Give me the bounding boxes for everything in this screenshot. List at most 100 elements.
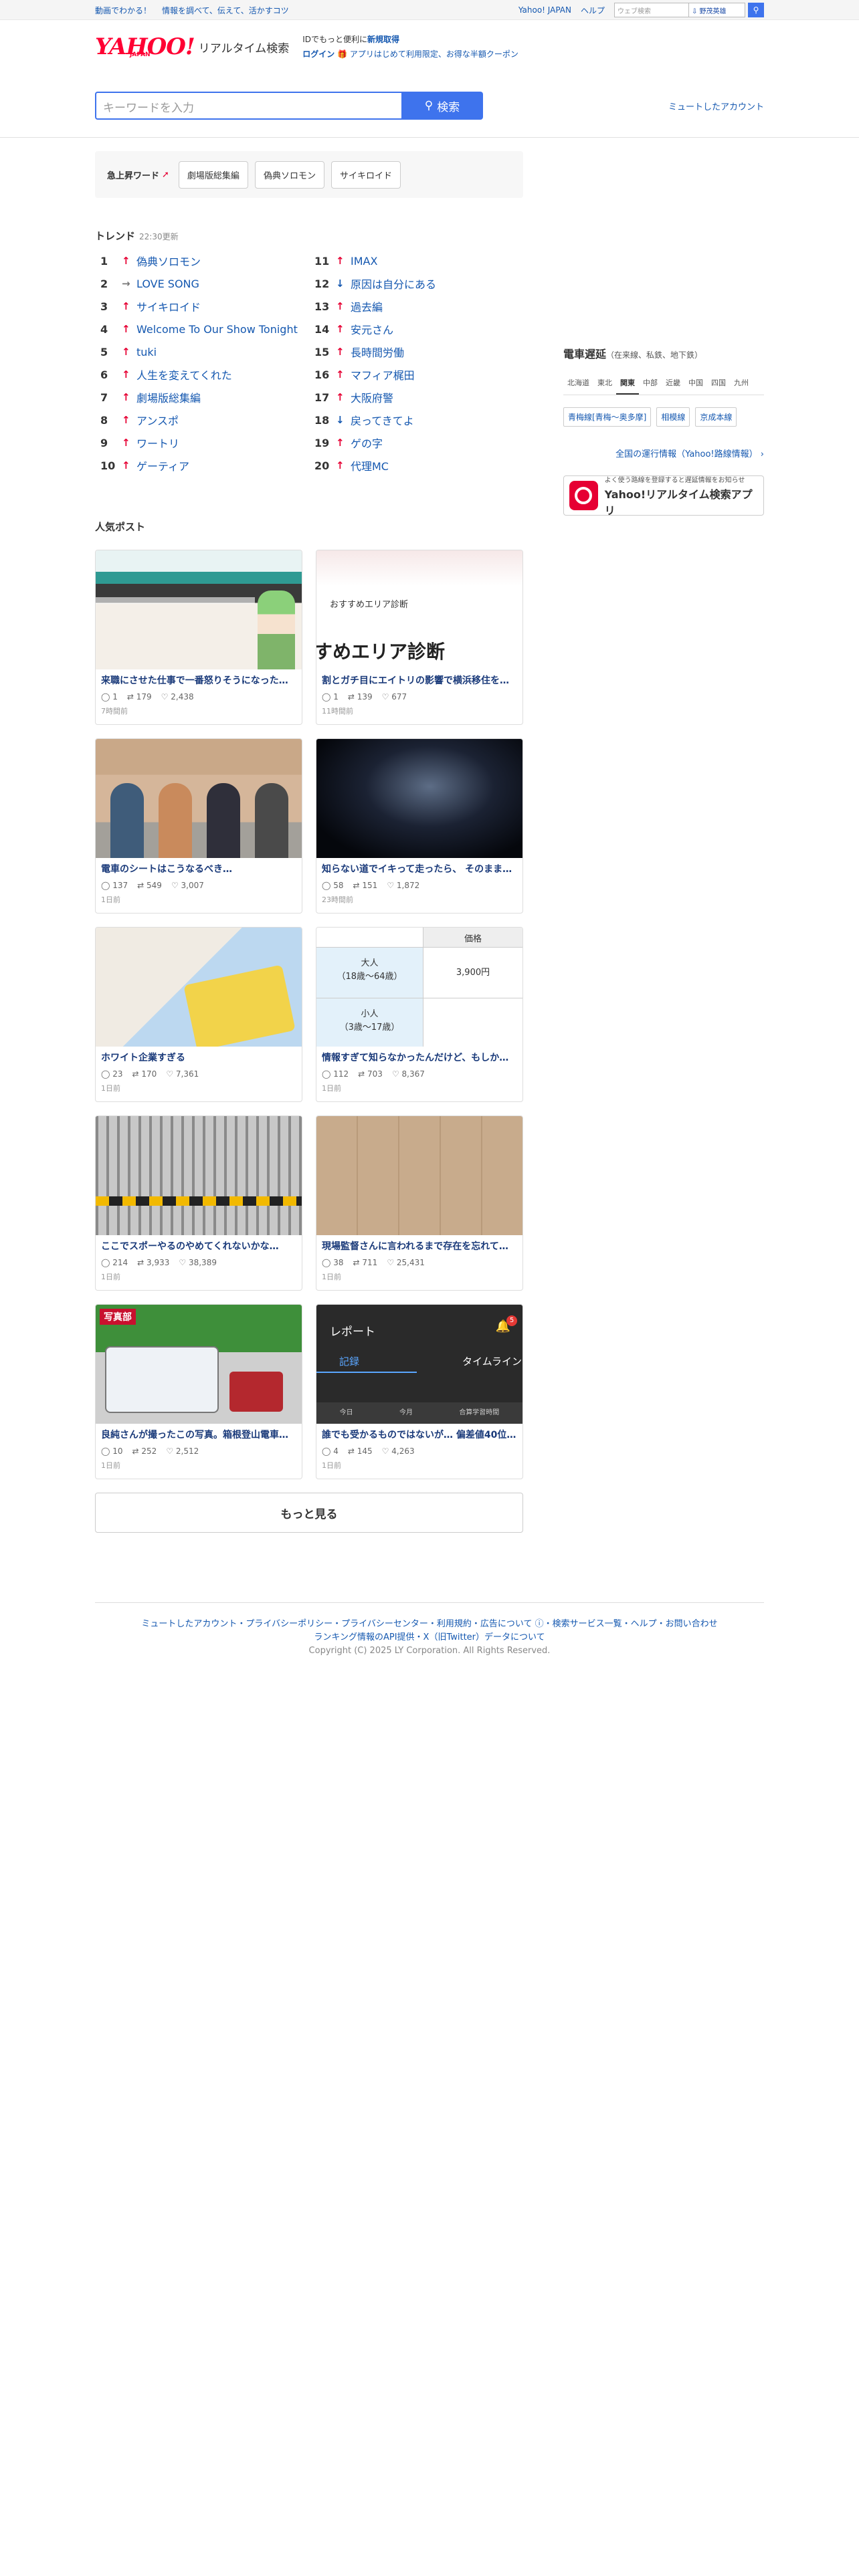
yahoo-japan-link[interactable]: Yahoo! JAPAN [518, 5, 571, 15]
post-card[interactable]: 知らない道でイキって走ったら、 そのまま… ◯ 58 ⇄ 151 ♡ 1,872 23時… [316, 738, 523, 914]
trend-link[interactable]: LOVE SONG [136, 278, 199, 290]
mini-search-toggle[interactable]: ⇩ 野茂英雄 [689, 3, 745, 17]
rising-chip[interactable]: 劇場版総集編 [178, 160, 248, 189]
trend-item[interactable]: 15 ↑ 長時間労働 [309, 340, 523, 363]
trend-link[interactable]: 原因は自分にある [351, 276, 436, 292]
post-text[interactable]: 現場監督さんに言われるまで存在を忘れて… [322, 1239, 517, 1253]
trend-item[interactable]: 13 ↑ 過去編 [309, 295, 523, 318]
post-text[interactable]: 来職にさせた仕事で一番怒りそうになった… [101, 673, 296, 687]
reposts-stat[interactable]: ⇄ 179 [127, 692, 152, 702]
login-link[interactable]: ログイン [302, 49, 335, 59]
reposts-stat[interactable]: ⇄ 139 [348, 692, 373, 702]
region-tab[interactable]: 北海道 [563, 373, 593, 395]
post-card[interactable]: おすすめエリア診断 すめエリア診断 割とガチ目にエイトリの影響で横浜移住を… ◯ 1 ⇄… [316, 550, 523, 725]
promo-link-1[interactable]: 動画でわかる！ [95, 5, 151, 16]
reposts-stat[interactable]: ⇄ 170 [132, 1069, 157, 1079]
post-thumbnail[interactable] [96, 1116, 302, 1235]
trend-link[interactable]: ゲの字 [351, 435, 383, 451]
post-card[interactable]: 電車のシートはこうなるべき… ◯ 137 ⇄ 549 ♡ 3,007 1日前 [95, 738, 302, 914]
trend-link[interactable]: 戻ってきてよ [351, 412, 414, 428]
post-text[interactable]: 誰でも受かるものではないが… 偏差値40位… [322, 1428, 517, 1441]
post-text[interactable]: 情報すぎて知らなかったんだけど、もしか… [322, 1051, 517, 1064]
delayed-line-link[interactable]: 京成本線 [695, 407, 737, 427]
trend-link[interactable]: 過去編 [351, 298, 383, 314]
post-card[interactable]: 現場監督さんに言われるまで存在を忘れて… ◯ 38 ⇄ 711 ♡ 25,431 1日前 [316, 1115, 523, 1291]
trend-item[interactable]: 11 ↑ IMAX [309, 249, 523, 272]
reposts-stat[interactable]: ⇄ 3,933 [137, 1258, 169, 1267]
replies-stat[interactable]: ◯ 10 [101, 1446, 123, 1456]
likes-stat[interactable]: ♡ 1,872 [387, 881, 419, 890]
likes-stat[interactable]: ♡ 677 [382, 692, 407, 702]
rising-chip[interactable]: 偽典ソロモン [254, 160, 324, 189]
likes-stat[interactable]: ♡ 4,263 [382, 1446, 415, 1456]
replies-stat[interactable]: ◯ 214 [101, 1258, 128, 1267]
likes-stat[interactable]: ♡ 25,431 [387, 1258, 425, 1267]
help-link[interactable]: ヘルプ [581, 5, 605, 16]
delayed-line-link[interactable]: 相模線 [656, 407, 690, 427]
trend-link[interactable]: マフィア梶田 [351, 366, 415, 383]
replies-stat[interactable]: ◯ 1 [322, 692, 339, 702]
post-card[interactable]: レポート 🔔 5 記録 タイムライン 今日 今月 合算学習時間 誰でも受かるものではないが… 偏… [316, 1304, 523, 1479]
trend-item[interactable]: 5 ↑ tuki [95, 340, 309, 363]
reposts-stat[interactable]: ⇄ 151 [353, 881, 378, 890]
trend-item[interactable]: 9 ↑ ワートリ [95, 431, 309, 454]
trend-item[interactable]: 6 ↑ 人生を変えてくれた [95, 363, 309, 386]
post-text[interactable]: ここでスポーやるのやめてくれないかな… [101, 1239, 296, 1253]
app-banner[interactable]: よく使う路線を登録すると遅延情報をお知らせ Yahoo!リアルタイム検索アプリ [563, 475, 764, 517]
trend-link[interactable]: 偽典ソロモン [136, 253, 201, 269]
post-thumbnail[interactable] [96, 928, 302, 1047]
trend-link[interactable]: アンスポ [136, 412, 179, 428]
reposts-stat[interactable]: ⇄ 145 [348, 1446, 373, 1456]
trend-link[interactable]: IMAX [351, 255, 377, 267]
trend-link[interactable]: 大阪府警 [351, 389, 393, 405]
region-tab[interactable]: 関東 [616, 373, 639, 395]
likes-stat[interactable]: ♡ 7,361 [166, 1069, 199, 1079]
post-text[interactable]: ホワイト企業すぎる [101, 1051, 296, 1064]
replies-stat[interactable]: ◯ 1 [101, 692, 118, 702]
signup-link[interactable]: 新規取得 [367, 35, 399, 44]
replies-stat[interactable]: ◯ 58 [322, 881, 344, 890]
region-tab[interactable]: 東北 [593, 373, 616, 395]
region-tab[interactable]: 四国 [707, 373, 730, 395]
trend-link[interactable]: ゲーティア [136, 457, 189, 473]
post-text[interactable]: 電車のシートはこうなるべき… [101, 862, 296, 875]
trend-item[interactable]: 1 ↑ 偽典ソロモン [95, 249, 309, 272]
post-thumbnail[interactable]: 写真部 [96, 1305, 302, 1424]
muted-accounts-link[interactable]: ミュートしたアカウント [668, 100, 764, 112]
post-card[interactable]: 価格 大人 （18歳～64歳） 3,900円 小人 （3歳～17歳） 情報すぎて知らなかった… [316, 927, 523, 1102]
post-card[interactable]: 来職にさせた仕事で一番怒りそうになった… ◯ 1 ⇄ 179 ♡ 2,438 7時間前 [95, 550, 302, 725]
trend-item[interactable]: 18 ↓ 戻ってきてよ [309, 409, 523, 431]
post-text[interactable]: 割とガチ目にエイトリの影響で横浜移住を… [322, 673, 517, 687]
likes-stat[interactable]: ♡ 8,367 [392, 1069, 425, 1079]
post-card[interactable]: ホワイト企業すぎる ◯ 23 ⇄ 170 ♡ 7,361 1日前 [95, 927, 302, 1102]
mini-search-input[interactable]: ウェブ検索 [614, 3, 689, 17]
trend-link[interactable]: 代理MC [351, 457, 389, 473]
post-card[interactable]: 写真部 良純さんが撮ったこの写真。箱根登山電車… ◯ 10 ⇄ 252 ♡ 2,512 1… [95, 1304, 302, 1479]
search-input[interactable]: キーワードを入力 [95, 92, 401, 120]
rising-chip[interactable]: サイキロイド [330, 160, 401, 189]
search-button[interactable]: ⚲ 検索 [401, 92, 483, 120]
delayed-line-link[interactable]: 青梅線[青梅～奥多摩] [563, 407, 652, 427]
trend-link[interactable]: 安元さん [351, 321, 393, 337]
replies-stat[interactable]: ◯ 112 [322, 1069, 349, 1079]
all-lines-link[interactable]: 全国の運行情報（Yahoo!路線情報） › [563, 447, 764, 459]
likes-stat[interactable]: ♡ 3,007 [171, 881, 204, 890]
reposts-stat[interactable]: ⇄ 252 [132, 1446, 157, 1456]
trend-item[interactable]: 8 ↑ アンスポ [95, 409, 309, 431]
replies-stat[interactable]: ◯ 38 [322, 1258, 344, 1267]
trend-link[interactable]: Welcome To Our Show Tonight [136, 323, 298, 336]
region-tab[interactable]: 九州 [730, 373, 753, 395]
trend-item[interactable]: 10 ↑ ゲーティア [95, 454, 309, 477]
trend-link[interactable]: 人生を変えてくれた [136, 366, 232, 383]
trend-link[interactable]: サイキロイド [136, 298, 201, 314]
footer-links-2[interactable]: ランキング情報のAPI提供・X（旧Twitter）データについて [95, 1631, 764, 1644]
trend-link[interactable]: 長時間労働 [351, 344, 404, 360]
trend-link[interactable]: 劇場版総集編 [136, 389, 201, 405]
post-text[interactable]: 良純さんが撮ったこの写真。箱根登山電車… [101, 1428, 296, 1441]
promo-link-2[interactable]: 情報を調べて、伝えて、活かすコツ [162, 5, 289, 16]
likes-stat[interactable]: ♡ 2,438 [161, 692, 194, 702]
reposts-stat[interactable]: ⇄ 703 [358, 1069, 383, 1079]
trend-item[interactable]: 7 ↑ 劇場版総集編 [95, 386, 309, 409]
replies-stat[interactable]: ◯ 137 [101, 881, 128, 890]
likes-stat[interactable]: ♡ 38,389 [179, 1258, 217, 1267]
